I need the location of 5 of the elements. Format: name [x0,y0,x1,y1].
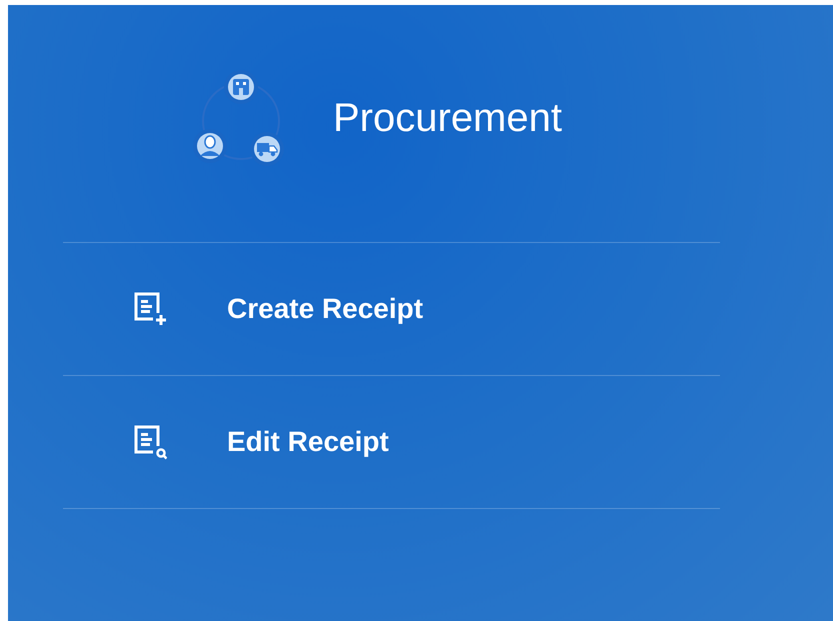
menu-item[interactable]: Create Receipt [63,243,720,376]
add-document-icon [133,291,167,327]
app-title: Procurement [333,96,562,141]
search-document-icon [133,424,167,460]
menu-item[interactable]: Edit Receipt [63,376,720,509]
